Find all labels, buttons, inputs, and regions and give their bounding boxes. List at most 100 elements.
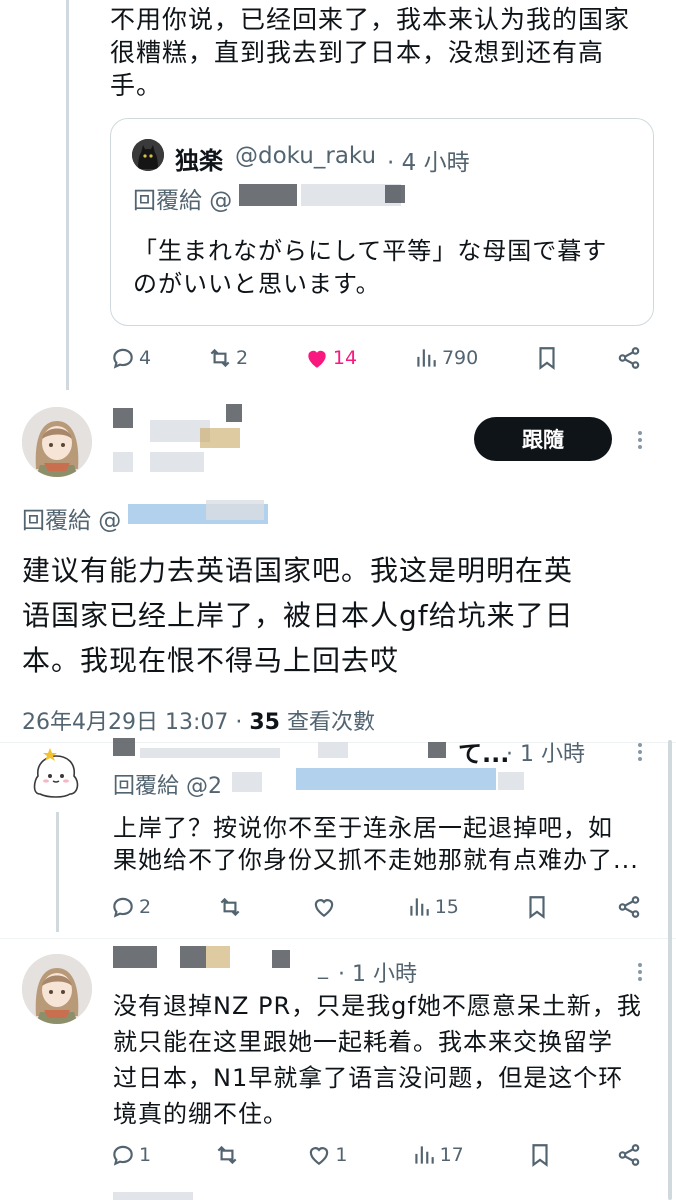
heart-icon bbox=[310, 1147, 329, 1165]
quote-author: 独楽 bbox=[175, 147, 223, 175]
reply1-action-bar: 2 15 bbox=[110, 892, 642, 922]
redacted-username bbox=[272, 950, 290, 968]
like-button[interactable]: 1 bbox=[306, 1142, 347, 1168]
views-count: 17 bbox=[439, 1144, 464, 1166]
reply-count: 2 bbox=[139, 896, 152, 918]
redacted-username bbox=[206, 946, 230, 968]
post-view-count: 35 bbox=[249, 710, 280, 735]
redacted-username bbox=[200, 428, 240, 448]
repost-icon bbox=[217, 1145, 237, 1165]
reply1-name-tail: て... bbox=[458, 740, 510, 768]
quote-avatar bbox=[132, 139, 164, 171]
redacted-username bbox=[428, 742, 446, 758]
bookmark-icon bbox=[532, 1144, 548, 1167]
post1-body-line: 手。 bbox=[110, 71, 163, 100]
quote-reply-to: 回覆給 @ bbox=[133, 188, 233, 214]
reply1-time: · 1 小時 bbox=[506, 742, 585, 767]
reply1-body: 上岸了？按说你不至于连永居一起退掉吧，如 果她给不了你身份又抓不走她那就有点难办… bbox=[113, 812, 663, 876]
views-count: 15 bbox=[434, 896, 459, 918]
follow-button-label: 跟隨 bbox=[522, 428, 564, 452]
heart-icon bbox=[314, 899, 334, 917]
redacted-username bbox=[226, 404, 242, 422]
main-post-body-line: 语国家已经上岸了，被日本人gf给坑来了日 bbox=[22, 599, 574, 632]
views-chart-icon bbox=[410, 898, 429, 916]
views-button[interactable]: 17 bbox=[411, 1142, 464, 1168]
like-count: 1 bbox=[335, 1144, 348, 1166]
reply2-time: · 1 小時 bbox=[338, 962, 417, 987]
share-button[interactable] bbox=[616, 894, 642, 920]
thread-line-reply1 bbox=[56, 812, 59, 932]
quote-time: · 4 小時 bbox=[387, 150, 470, 176]
redacted-username bbox=[140, 748, 280, 758]
reply-count: 1 bbox=[139, 1144, 152, 1166]
redacted-handle bbox=[232, 772, 262, 792]
more-options-icon[interactable] bbox=[638, 428, 644, 452]
post1-body-line: 不用你说，已经回来了，我本来认为我的国家 bbox=[110, 5, 631, 34]
repost-button[interactable] bbox=[217, 894, 246, 920]
post1-action-bar: 4 2 14 790 bbox=[110, 343, 642, 373]
redacted-username bbox=[318, 742, 348, 758]
reply-button[interactable]: 2 bbox=[110, 894, 151, 920]
quote-handle: @doku_raku bbox=[235, 143, 377, 169]
bookmark-button[interactable] bbox=[524, 894, 550, 920]
repost-button[interactable]: 2 bbox=[207, 345, 248, 371]
like-button[interactable]: 14 bbox=[304, 345, 357, 371]
reply-icon bbox=[113, 348, 133, 369]
reply2-body-line: 就只能在这里跟她一起耗着。我本来交换留学 bbox=[113, 1028, 613, 1056]
share-button[interactable] bbox=[616, 345, 642, 371]
post-meta: 26年4月29日 13:07 · 35 查看次數 bbox=[22, 704, 375, 736]
views-count: 790 bbox=[441, 347, 479, 369]
redacted-username bbox=[180, 946, 206, 968]
reply-button[interactable]: 4 bbox=[110, 345, 151, 371]
redacted-handle bbox=[385, 185, 405, 203]
more-options-icon[interactable] bbox=[638, 960, 644, 984]
redacted-next-post bbox=[113, 1192, 193, 1200]
more-options-icon[interactable] bbox=[638, 740, 644, 764]
heart-filled-icon bbox=[308, 350, 326, 368]
main-post-body-line: 建议有能力去英语国家吧。我这是明明在英 bbox=[22, 554, 574, 587]
repost-button[interactable] bbox=[214, 1142, 243, 1168]
post1-body-line: 很糟糕，直到我去到了日本，没想到还有高 bbox=[110, 38, 605, 67]
main-post-body: 建议有能力去英语国家吧。我这是明明在英 语国家已经上岸了，被日本人gf给坑来了日… bbox=[22, 548, 662, 683]
views-chart-icon bbox=[417, 349, 436, 367]
redacted-handle bbox=[296, 768, 496, 790]
bookmark-button[interactable] bbox=[527, 1142, 553, 1168]
bookmark-icon bbox=[539, 347, 555, 370]
views-button[interactable]: 15 bbox=[406, 894, 459, 920]
reply2-body-line: 境真的绷不住。 bbox=[113, 1100, 288, 1128]
views-button[interactable]: 790 bbox=[413, 345, 478, 371]
views-chart-icon bbox=[414, 1146, 434, 1164]
bookmark-icon bbox=[529, 896, 545, 919]
share-button[interactable] bbox=[616, 1142, 642, 1168]
quote-body-line: 「生まれながらにして平等」な母国で暮す bbox=[133, 237, 608, 265]
share-icon bbox=[618, 896, 640, 918]
redacted-handle bbox=[498, 772, 524, 790]
reply1-avatar[interactable] bbox=[26, 744, 86, 804]
reply1-body-line: 上岸了？按说你不至于连永居一起退掉吧，如 bbox=[113, 814, 613, 842]
redacted-handle bbox=[113, 452, 133, 472]
share-icon bbox=[618, 347, 640, 369]
reply2-avatar[interactable] bbox=[22, 954, 92, 1024]
like-count: 14 bbox=[332, 347, 358, 369]
quote-body-line: のがいいと思います。 bbox=[133, 270, 381, 298]
like-button[interactable] bbox=[311, 894, 340, 920]
reply1-reply-to: 回覆給 @2 bbox=[113, 774, 222, 799]
share-icon bbox=[618, 1144, 640, 1166]
thread-line-top bbox=[66, 0, 69, 390]
repost-count: 2 bbox=[235, 347, 249, 369]
redacted-handle bbox=[150, 452, 204, 472]
follow-button[interactable]: 跟隨 bbox=[474, 417, 612, 461]
reply-icon bbox=[113, 1145, 133, 1166]
reply-button[interactable]: 1 bbox=[110, 1142, 151, 1168]
quote-card[interactable]: 独楽 @doku_raku · 4 小時 回覆給 @ 「生まれながらにして平等」… bbox=[110, 118, 654, 326]
bookmark-button[interactable] bbox=[534, 345, 560, 371]
reply2-name-tail: _ bbox=[318, 955, 328, 979]
redacted-handle bbox=[206, 500, 264, 520]
post-view-label: 查看次數 bbox=[287, 710, 376, 735]
main-post-avatar[interactable] bbox=[22, 407, 92, 477]
reply1-body-line: 果她给不了你身份又抓不走她那就有点难办了... bbox=[113, 846, 639, 874]
repost-icon bbox=[210, 348, 230, 368]
reply2-action-bar: 1 1 17 bbox=[110, 1140, 642, 1170]
post-date: 26年4月29日 13:07 · bbox=[22, 710, 243, 735]
scrollbar[interactable] bbox=[668, 740, 672, 1200]
